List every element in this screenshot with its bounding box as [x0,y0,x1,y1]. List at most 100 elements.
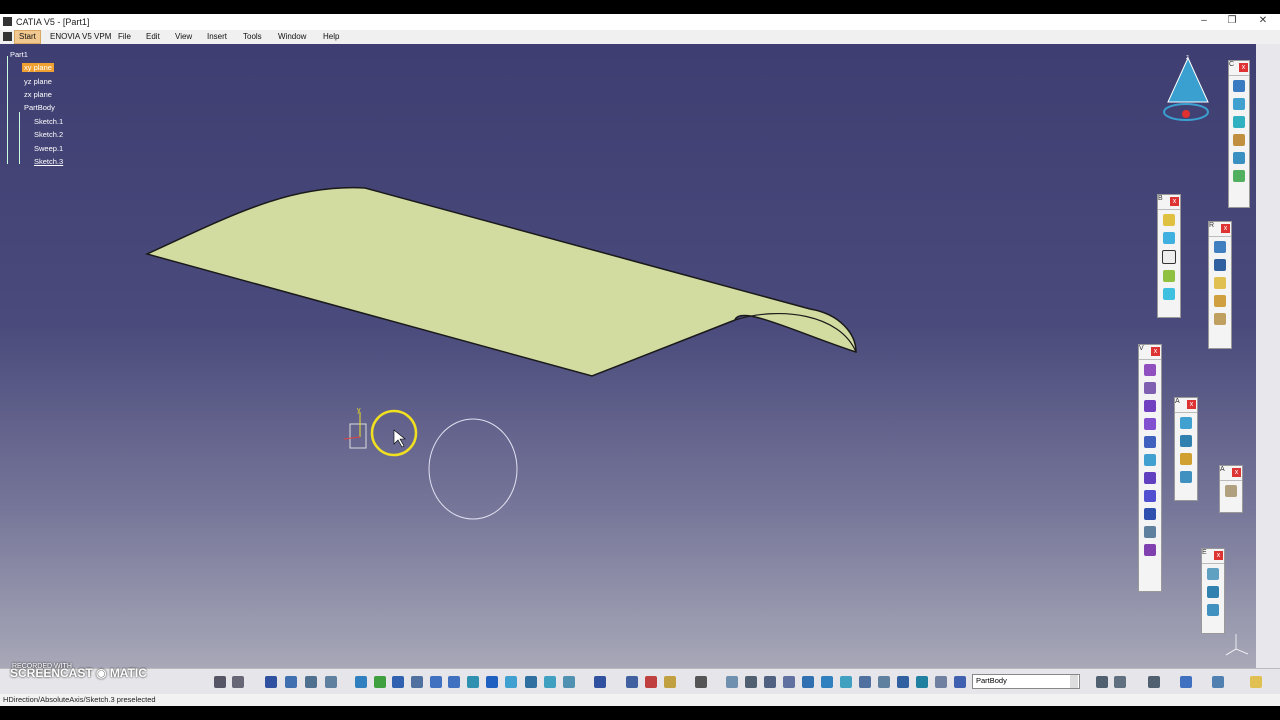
tool-icon[interactable] [859,676,871,688]
menu-view[interactable]: View [175,32,192,41]
fly-icon[interactable] [355,676,367,688]
tool-icon[interactable] [1207,568,1219,580]
close-icon[interactable]: x [1239,63,1248,72]
tool-icon[interactable] [1144,508,1156,520]
tool-icon[interactable] [1144,490,1156,502]
tool-icon[interactable] [1233,98,1245,110]
tool-icon[interactable] [897,676,909,688]
part-body-icon[interactable] [954,676,966,688]
tool-icon[interactable] [1207,586,1219,598]
tool-icon[interactable] [594,676,606,688]
compass-icon[interactable] [1163,56,1209,121]
menu-edit[interactable]: Edit [146,32,160,41]
tool-icon[interactable] [916,676,928,688]
sketch3-circle[interactable] [428,418,518,520]
close-button[interactable]: ✕ [1253,15,1273,26]
menu-window[interactable]: Window [278,32,306,41]
menu-insert[interactable]: Insert [207,32,227,41]
tool-icon[interactable] [1163,232,1175,244]
tool-icon[interactable] [1144,436,1156,448]
tool-icon[interactable] [1214,295,1226,307]
chevron-down-icon[interactable] [1070,675,1078,688]
close-icon[interactable]: x [1221,224,1230,233]
tool-icon[interactable] [1096,676,1108,688]
sweep-surface[interactable] [144,186,857,377]
tool-icon[interactable] [325,676,337,688]
close-icon[interactable]: x [1151,347,1160,356]
minimize-button[interactable]: – [1194,15,1214,26]
tool-icon[interactable] [764,676,776,688]
current-body-select[interactable]: PartBody [972,674,1080,689]
tool-icon[interactable] [1144,544,1156,556]
tree-item-zx-plane[interactable]: zx plane [24,90,52,99]
tool-icon[interactable] [1180,676,1192,688]
iso-view-icon[interactable] [505,676,517,688]
tool-icon[interactable] [1214,313,1226,325]
zoom-in-icon[interactable] [430,676,442,688]
menu-tools[interactable]: Tools [243,32,262,41]
fit-all-icon[interactable] [374,676,386,688]
maximize-button[interactable]: ❐ [1222,15,1242,26]
tool-icon[interactable] [664,676,676,688]
close-icon[interactable]: x [1214,551,1223,560]
tree-item-sketch3[interactable]: Sketch.3 [34,157,63,166]
tool-icon[interactable] [1162,250,1176,264]
tool-icon[interactable] [1225,485,1237,497]
shading-icon[interactable] [525,676,537,688]
close-icon[interactable]: x [1232,468,1241,477]
tool-icon[interactable] [878,676,890,688]
tool-icon[interactable] [1180,417,1192,429]
tool-icon[interactable] [821,676,833,688]
tool-icon[interactable] [783,676,795,688]
tool-icon[interactable] [1144,364,1156,376]
tool-icon[interactable] [1233,80,1245,92]
toolbar-r[interactable]: Rx [1208,221,1232,349]
close-icon[interactable]: x [1170,197,1179,206]
tool-icon[interactable] [1144,454,1156,466]
multi-view-icon[interactable] [486,676,498,688]
toolbar-a[interactable]: Ax [1174,397,1198,501]
tool-icon[interactable] [1233,116,1245,128]
formula-icon[interactable] [214,676,226,688]
tool-icon[interactable] [1144,418,1156,430]
3d-viewport[interactable]: y z [0,44,1256,668]
toolbar-c[interactable]: Cx [1228,60,1250,208]
tree-item-sketch2[interactable]: Sketch.2 [34,130,63,139]
tool-icon[interactable] [1233,170,1245,182]
tool-icon[interactable] [1207,604,1219,616]
tool-icon[interactable] [726,676,738,688]
tree-item-part1[interactable]: Part1 [10,50,28,59]
toolbar-a2[interactable]: Ax [1219,465,1243,513]
tool-icon[interactable] [1163,288,1175,300]
tree-item-partbody[interactable]: PartBody [24,103,55,112]
hide-show-icon[interactable] [544,676,556,688]
tool-icon[interactable] [1144,472,1156,484]
tool-icon[interactable] [1163,270,1175,282]
menu-file[interactable]: File [118,32,131,41]
menu-enovia[interactable]: ENOVIA V5 VPM [50,32,111,41]
tool-icon[interactable] [305,676,317,688]
tool-icon[interactable] [1233,152,1245,164]
tree-item-sweep1[interactable]: Sweep.1 [34,144,63,153]
tool-icon[interactable] [1148,676,1160,688]
camera-icon[interactable] [695,676,707,688]
tool-icon[interactable] [935,676,947,688]
tool-icon[interactable] [1180,471,1192,483]
comment-icon[interactable] [232,676,244,688]
tool-icon[interactable] [1144,526,1156,538]
tool-icon[interactable] [265,676,277,688]
tree-item-xy-plane[interactable]: xy plane [22,63,54,72]
tool-icon[interactable] [745,676,757,688]
toolbar-b[interactable]: Bx [1157,194,1181,318]
tool-icon[interactable] [1214,259,1226,271]
tool-icon[interactable] [1212,676,1224,688]
tool-icon[interactable] [645,676,657,688]
menu-help[interactable]: Help [323,32,339,41]
close-icon[interactable]: x [1187,400,1196,409]
toolbar-v[interactable]: Vx [1138,344,1162,592]
tool-icon[interactable] [1214,241,1226,253]
normal-view-icon[interactable] [467,676,479,688]
tool-icon[interactable] [1144,382,1156,394]
tool-icon[interactable] [1163,214,1175,226]
tool-icon[interactable] [285,676,297,688]
